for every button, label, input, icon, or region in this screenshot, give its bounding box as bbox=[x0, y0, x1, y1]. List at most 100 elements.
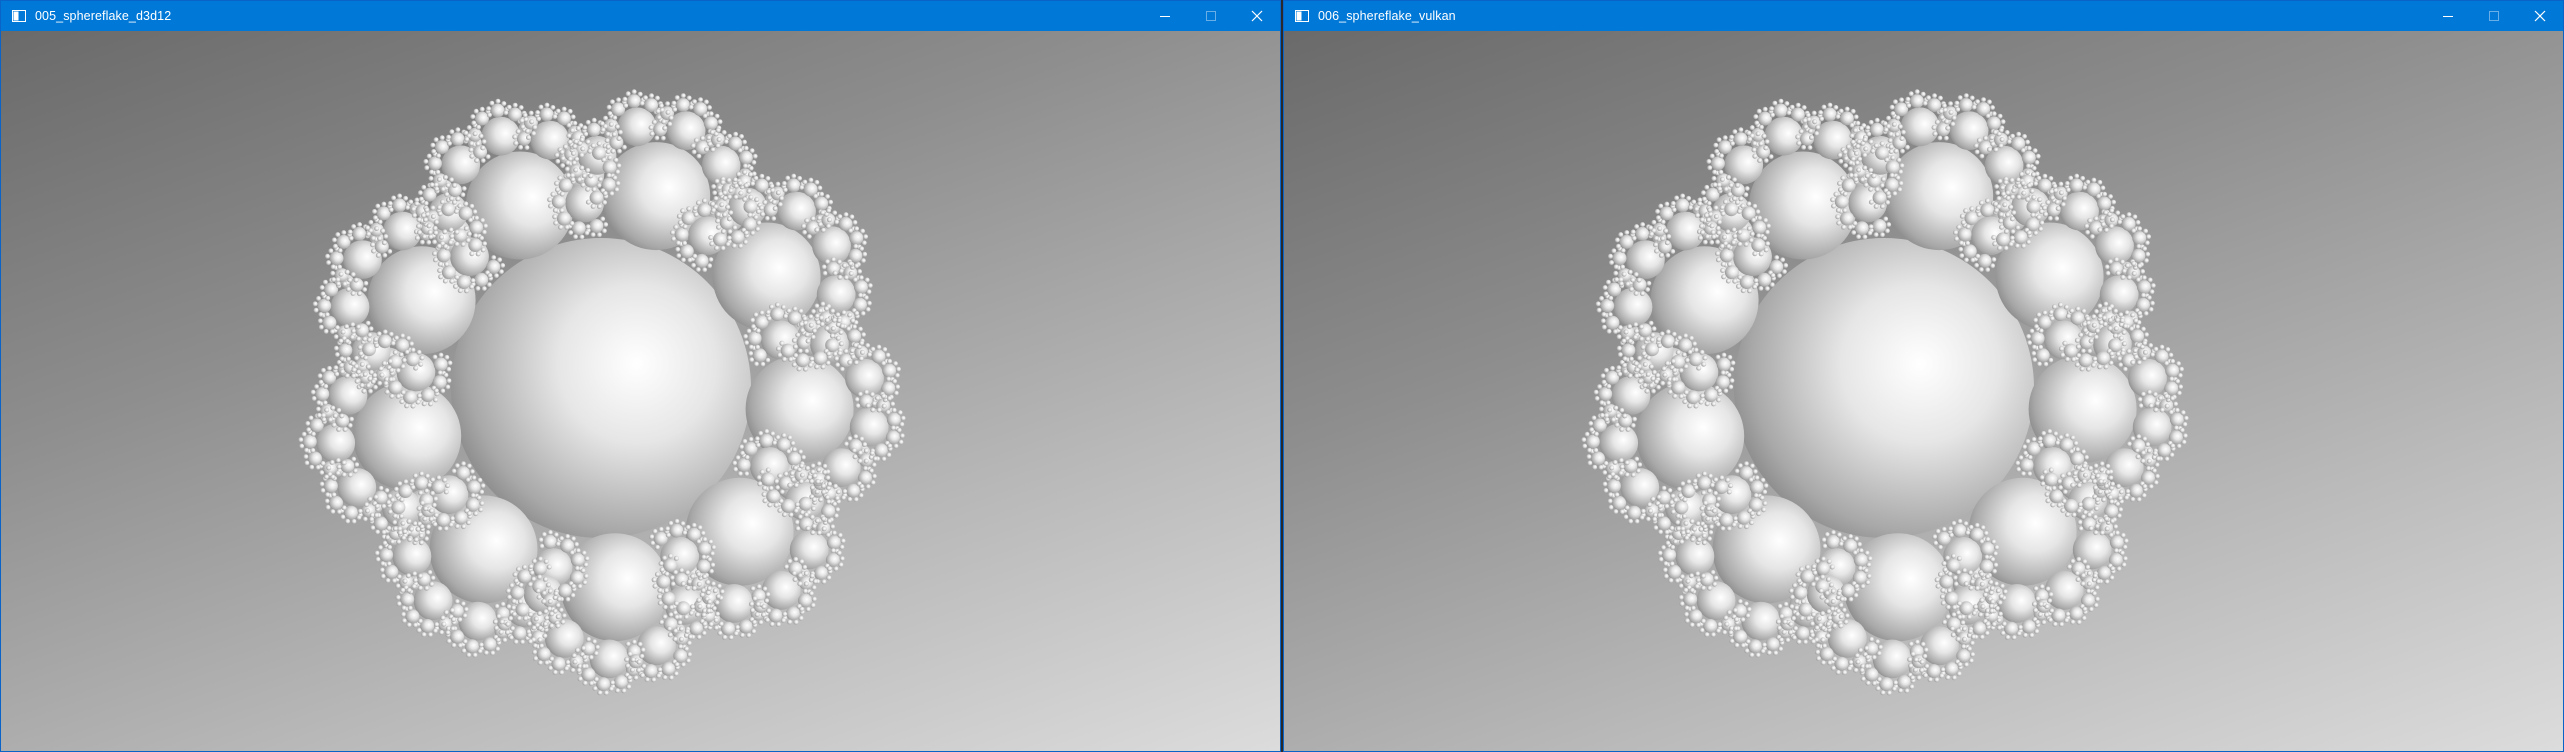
sphere-shape bbox=[1600, 298, 1615, 313]
sphere-shape bbox=[782, 512, 788, 518]
sphere-shape bbox=[868, 468, 874, 474]
sphere-shape bbox=[2120, 532, 2126, 538]
sphere-shape bbox=[1709, 223, 1715, 229]
sphere-shape bbox=[411, 212, 417, 218]
sphere-shape bbox=[2105, 270, 2111, 276]
minimize-icon[interactable] bbox=[2425, 1, 2471, 31]
sphere-shape bbox=[1657, 226, 1663, 231]
sphere-shape bbox=[1744, 648, 1750, 654]
sphere-shape bbox=[821, 264, 827, 270]
sphere-shape bbox=[1811, 564, 1817, 569]
sphere-shape bbox=[1789, 604, 1795, 610]
sphere-shape bbox=[1938, 108, 1944, 114]
sphere-shape bbox=[732, 460, 737, 466]
sphere-shape bbox=[387, 509, 393, 515]
sphere-shape bbox=[430, 214, 436, 219]
sphere-shape bbox=[631, 89, 637, 95]
window-titlebar[interactable]: 006_sphereflake_vulkan bbox=[1284, 1, 2563, 31]
close-icon[interactable] bbox=[2517, 1, 2563, 31]
sphere-shape bbox=[1606, 474, 1612, 480]
sphere-shape bbox=[1814, 558, 1820, 564]
maximize-icon[interactable] bbox=[2471, 1, 2517, 31]
sphere-shape bbox=[2048, 357, 2054, 363]
sphere-shape bbox=[585, 139, 591, 145]
sphere-shape bbox=[843, 348, 849, 354]
sphere-shape bbox=[2081, 321, 2087, 327]
sphere-shape bbox=[479, 106, 485, 112]
sphere-shape bbox=[306, 427, 311, 433]
sphere-shape bbox=[1973, 262, 1979, 268]
sphere-shape bbox=[347, 423, 353, 428]
sphere-shape bbox=[840, 495, 846, 501]
sphere-shape bbox=[762, 586, 768, 592]
sphere-shape bbox=[576, 177, 582, 183]
sphere-shape bbox=[1662, 567, 1668, 573]
sphere-shape bbox=[714, 113, 720, 119]
sphere-shape bbox=[1713, 477, 1719, 483]
sphere-shape bbox=[1764, 229, 1770, 235]
sphere-shape bbox=[1731, 522, 1737, 528]
sphere-shape bbox=[1706, 536, 1712, 542]
sphere-shape bbox=[895, 384, 900, 390]
sphere-shape bbox=[1635, 468, 1641, 474]
sphere-shape bbox=[825, 532, 831, 538]
window-titlebar[interactable]: 005_sphereflake_d3d12 bbox=[1, 1, 1280, 31]
sphere-shape bbox=[827, 481, 832, 487]
sphere-shape bbox=[2141, 275, 2147, 281]
render-viewport[interactable] bbox=[1, 31, 1280, 751]
sphere-shape bbox=[754, 197, 760, 203]
sphere-shape bbox=[2025, 163, 2031, 169]
sphere-shape bbox=[727, 229, 733, 235]
sphere-shape bbox=[756, 220, 762, 226]
sphere-shape bbox=[664, 526, 670, 532]
sphere-shape bbox=[1640, 222, 1645, 228]
sphere-shape bbox=[320, 460, 326, 466]
sphere-shape bbox=[2074, 337, 2080, 343]
sphere-shape bbox=[1866, 131, 1872, 137]
sphere-shape bbox=[571, 160, 577, 166]
sphere-shape bbox=[383, 234, 389, 239]
sphere-shape bbox=[658, 619, 664, 625]
sphere-shape bbox=[678, 567, 684, 573]
close-icon[interactable] bbox=[1234, 1, 1280, 31]
sphere-shape bbox=[1713, 205, 1719, 211]
sphere-shape bbox=[2140, 458, 2146, 464]
sphere-shape bbox=[815, 479, 821, 484]
sphere-shape bbox=[367, 332, 373, 338]
sphere-shape bbox=[2097, 313, 2103, 319]
sphere-shape bbox=[760, 211, 765, 217]
sphere-shape bbox=[555, 108, 561, 114]
sphere-shape bbox=[1932, 534, 1938, 540]
sphere-shape bbox=[446, 141, 452, 146]
sphere-shape bbox=[802, 588, 808, 594]
render-viewport[interactable] bbox=[1284, 31, 2563, 751]
sphere-shape bbox=[1864, 645, 1869, 651]
sphere-shape bbox=[431, 239, 437, 245]
sphere-shape bbox=[1616, 345, 1622, 351]
maximize-icon[interactable] bbox=[1188, 1, 1234, 31]
sphere-shape bbox=[367, 388, 373, 394]
sphere-shape bbox=[2081, 615, 2087, 621]
sphere-shape bbox=[1715, 225, 1721, 231]
sphere-shape bbox=[820, 301, 826, 307]
sphere-shape bbox=[397, 193, 402, 199]
sphere-shape bbox=[324, 498, 330, 504]
sphere-shape bbox=[1989, 608, 1995, 614]
sphere-shape bbox=[2049, 608, 2055, 614]
sphere-shape bbox=[775, 302, 780, 308]
sphere-shape bbox=[324, 407, 330, 413]
sphere-shape bbox=[1619, 509, 1625, 515]
sphere-shape bbox=[1655, 215, 1661, 221]
sphere-shape bbox=[1732, 233, 1738, 239]
sphere-shape bbox=[351, 224, 356, 230]
sphere-shape bbox=[714, 584, 754, 623]
sphere-shape bbox=[1677, 493, 1683, 498]
sphere-shape bbox=[1661, 485, 1667, 491]
sphere-shape bbox=[2168, 409, 2174, 415]
sphere-shape bbox=[1749, 463, 1755, 469]
sphere-shape bbox=[1715, 521, 1721, 527]
minimize-icon[interactable] bbox=[1142, 1, 1188, 31]
sphere-shape bbox=[416, 627, 422, 633]
sphere-shape bbox=[793, 508, 799, 514]
sphere-shape bbox=[332, 243, 338, 249]
